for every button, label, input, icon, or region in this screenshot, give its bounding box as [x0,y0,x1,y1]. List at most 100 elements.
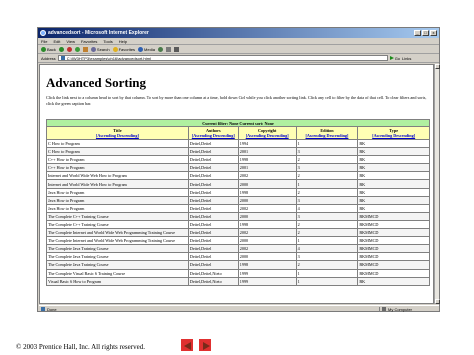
maximize-button[interactable]: □ [422,30,429,36]
cell-type[interactable]: BKMMCD [357,268,430,278]
cell-type[interactable]: BKMMCD [357,219,430,230]
cell-title[interactable]: The Complete C++ Training Course [46,211,189,221]
filter-sort-caption[interactable]: Current filter: None Current sort: None [46,119,430,127]
search-button[interactable]: Search [90,46,110,52]
cell-copyright[interactable]: 2000 [237,252,297,262]
stop-button[interactable] [66,46,72,52]
cell-edition[interactable]: 1 [295,236,359,246]
cell-type[interactable]: BK [357,171,430,181]
cell-copyright[interactable]: 2001 [237,163,297,173]
address-input[interactable]: C:\IW3HTP3\examples\ch16\advancedsort.ht… [57,55,388,61]
cell-authors[interactable]: Deitel,Deitel [187,219,239,230]
menu-favorites[interactable]: Favorites [81,39,97,44]
cell-type[interactable]: BKMMCD [357,260,430,270]
cell-type[interactable]: BK [357,163,430,173]
cell-type[interactable]: BK [357,195,430,205]
menu-help[interactable]: Help [119,39,127,44]
cell-type[interactable]: BKMMCD [357,228,430,238]
go-button[interactable]: Go [389,56,400,61]
cell-edition[interactable]: 3 [295,252,359,262]
refresh-button[interactable] [74,46,80,52]
cell-authors[interactable]: Deitel,Deitel [187,228,239,238]
previous-slide-button[interactable] [180,338,194,352]
cell-edition[interactable]: 2 [295,228,359,238]
cell-copyright[interactable]: 2000 [237,195,297,205]
forward-button[interactable] [58,46,64,52]
cell-title[interactable]: Java How to Program [46,203,189,213]
cell-edition[interactable]: 3 [295,211,359,221]
cell-copyright[interactable]: 2002 [237,228,297,238]
cell-copyright[interactable]: 1998 [237,155,297,165]
scroll-up-button[interactable] [435,64,440,69]
cell-copyright[interactable]: 1998 [237,219,297,230]
cell-authors[interactable]: Deitel,Deitel [187,147,239,157]
vertical-scrollbar[interactable] [434,64,440,304]
cell-authors[interactable]: Deitel,Deitel [187,244,239,254]
cell-authors[interactable]: Deitel,Deitel [187,195,239,205]
mail-button[interactable] [165,46,171,52]
menu-edit[interactable]: Edit [53,39,60,44]
cell-type[interactable]: BK [357,276,430,286]
menu-file[interactable]: File [41,39,47,44]
cell-authors[interactable]: Deitel,Deitel [187,260,239,270]
cell-edition[interactable]: 3 [295,195,359,205]
cell-copyright[interactable]: 1998 [237,187,297,197]
sort-type-link[interactable]: [Ascending Descending] [359,133,428,138]
cell-title[interactable]: The Complete C++ Training Course [46,219,189,230]
cell-edition[interactable]: 1 [295,268,359,278]
cell-edition[interactable]: 2 [295,171,359,181]
cell-edition[interactable]: 2 [295,187,359,197]
cell-type[interactable]: BK [357,187,430,197]
cell-title[interactable]: The Complete Java Training Course [46,252,189,262]
cell-copyright[interactable]: 2002 [237,203,297,213]
cell-type[interactable]: BK [357,203,430,213]
cell-title[interactable]: C How to Program [46,138,189,149]
cell-authors[interactable]: Deitel,Deitel [187,171,239,181]
cell-copyright[interactable]: 1999 [237,276,297,286]
cell-authors[interactable]: Deitel,Deitel [187,163,239,173]
cell-title[interactable]: C++ How to Program [46,163,189,173]
cell-title[interactable]: The Complete Visual Basic 6 Training Cou… [46,268,189,278]
cell-authors[interactable]: Deitel,Deitel,Nieto [187,268,239,278]
cell-authors[interactable]: Deitel,Deitel [187,138,239,149]
cell-type[interactable]: BKMMCD [357,211,430,221]
cell-authors[interactable]: Deitel,Deitel [187,179,239,189]
cell-title[interactable]: C How to Program [46,147,189,157]
print-button[interactable] [173,46,179,52]
cell-title[interactable]: The Complete Internet and World Wide Web… [46,228,189,238]
cell-copyright[interactable]: 2001 [237,147,297,157]
links-label[interactable]: Links [402,56,411,61]
cell-copyright[interactable]: 2000 [237,179,297,189]
cell-type[interactable]: BK [357,147,430,157]
cell-copyright[interactable]: 2002 [237,171,297,181]
cell-title[interactable]: Java How to Program [46,195,189,205]
favorites-button[interactable]: Favorites [112,46,135,52]
menu-tools[interactable]: Tools [103,39,112,44]
close-button[interactable]: x [430,30,437,36]
media-button[interactable]: Media [138,46,155,52]
cell-title[interactable]: C++ How to Program [46,155,189,165]
cell-copyright[interactable]: 1999 [237,268,297,278]
back-button[interactable]: Back [41,46,56,52]
sort-authors-link[interactable]: [Ascending Descending] [190,133,237,138]
sort-copyright-link[interactable]: [Ascending Descending] [240,133,295,138]
cell-type[interactable]: BKMMCD [357,236,430,246]
cell-authors[interactable]: Deitel,Deitel [187,252,239,262]
cell-authors[interactable]: Deitel,Deitel [187,203,239,213]
cell-edition[interactable]: 1 [295,276,359,286]
sort-title-link[interactable]: [Ascending Descending] [48,133,187,138]
cell-title[interactable]: The Complete Internet and World Wide Web… [46,236,189,246]
cell-edition[interactable]: 4 [295,203,359,213]
cell-type[interactable]: BKMMCD [357,252,430,262]
cell-authors[interactable]: Deitel,Deitel [187,187,239,197]
cell-title[interactable]: Internet and World Wide Web How to Progr… [46,179,189,189]
cell-title[interactable]: Internet and World Wide Web How to Progr… [46,171,189,181]
cell-copyright[interactable]: 2002 [237,244,297,254]
cell-copyright[interactable]: 1994 [237,138,297,149]
cell-type[interactable]: BKMMCD [357,244,430,254]
next-slide-button[interactable] [198,338,212,352]
cell-edition[interactable]: 3 [295,163,359,173]
scroll-down-button[interactable] [435,299,440,304]
cell-edition[interactable]: 3 [295,147,359,157]
cell-type[interactable]: BK [357,179,430,189]
